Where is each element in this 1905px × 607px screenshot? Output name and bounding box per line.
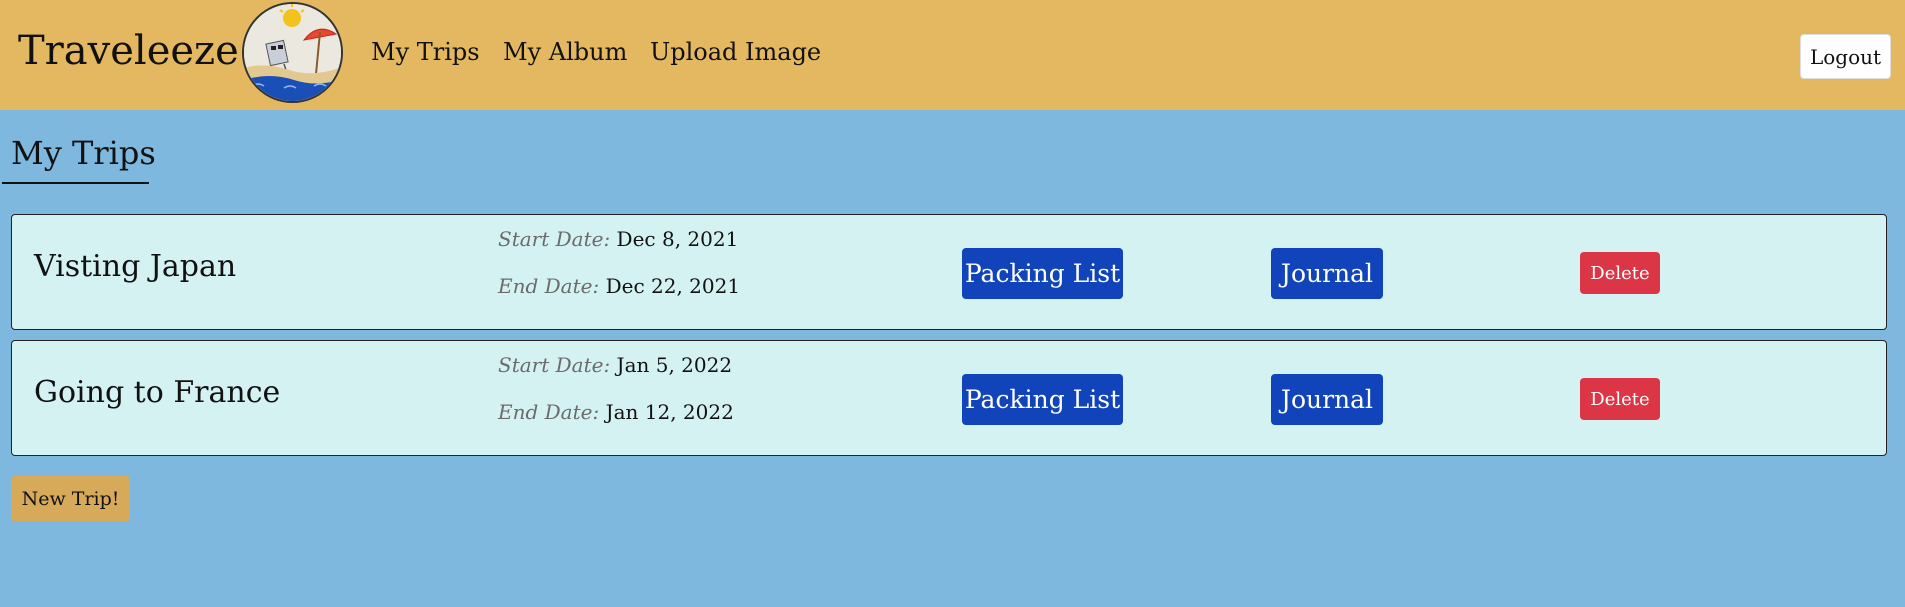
end-date-value: Jan 12, 2022 xyxy=(605,400,734,424)
end-date-row: End Date: Dec 22, 2021 xyxy=(498,274,740,298)
end-date-label: End Date: xyxy=(498,274,606,298)
start-date-label: Start Date: xyxy=(498,227,617,251)
packing-list-button[interactable]: Packing List xyxy=(962,248,1123,299)
trip-name: Visting Japan xyxy=(34,249,237,284)
nav-my-trips[interactable]: My Trips xyxy=(371,38,480,66)
new-trip-button[interactable]: New Trip! xyxy=(11,476,130,521)
start-date-row: Start Date: Jan 5, 2022 xyxy=(498,353,732,377)
end-date-label: End Date: xyxy=(498,400,606,424)
delete-button[interactable]: Delete xyxy=(1580,378,1660,420)
start-date-value: Jan 5, 2022 xyxy=(616,353,733,377)
title-underline xyxy=(2,182,149,184)
packing-list-button[interactable]: Packing List xyxy=(962,374,1123,425)
trip-card: Going to France Start Date: Jan 5, 2022 … xyxy=(11,340,1887,456)
navbar: Traveleeze My Trips My Album Upload Imag… xyxy=(0,0,1905,110)
end-date-row: End Date: Jan 12, 2022 xyxy=(498,400,734,424)
brand-title[interactable]: Traveleeze xyxy=(18,28,239,74)
trip-name: Going to France xyxy=(34,375,281,410)
start-date-value: Dec 8, 2021 xyxy=(616,227,739,251)
nav-upload-image[interactable]: Upload Image xyxy=(650,38,821,66)
nav-my-album[interactable]: My Album xyxy=(503,38,627,66)
journal-button[interactable]: Journal xyxy=(1271,374,1383,425)
page-title: My Trips xyxy=(11,134,156,172)
delete-button[interactable]: Delete xyxy=(1580,252,1660,294)
journal-button[interactable]: Journal xyxy=(1271,248,1383,299)
end-date-value: Dec 22, 2021 xyxy=(605,274,741,298)
start-date-row: Start Date: Dec 8, 2021 xyxy=(498,227,738,251)
start-date-label: Start Date: xyxy=(498,353,617,377)
beach-umbrella-icon[interactable] xyxy=(242,2,343,103)
trip-card: Visting Japan Start Date: Dec 8, 2021 En… xyxy=(11,214,1887,330)
logout-button[interactable]: Logout xyxy=(1800,34,1891,79)
